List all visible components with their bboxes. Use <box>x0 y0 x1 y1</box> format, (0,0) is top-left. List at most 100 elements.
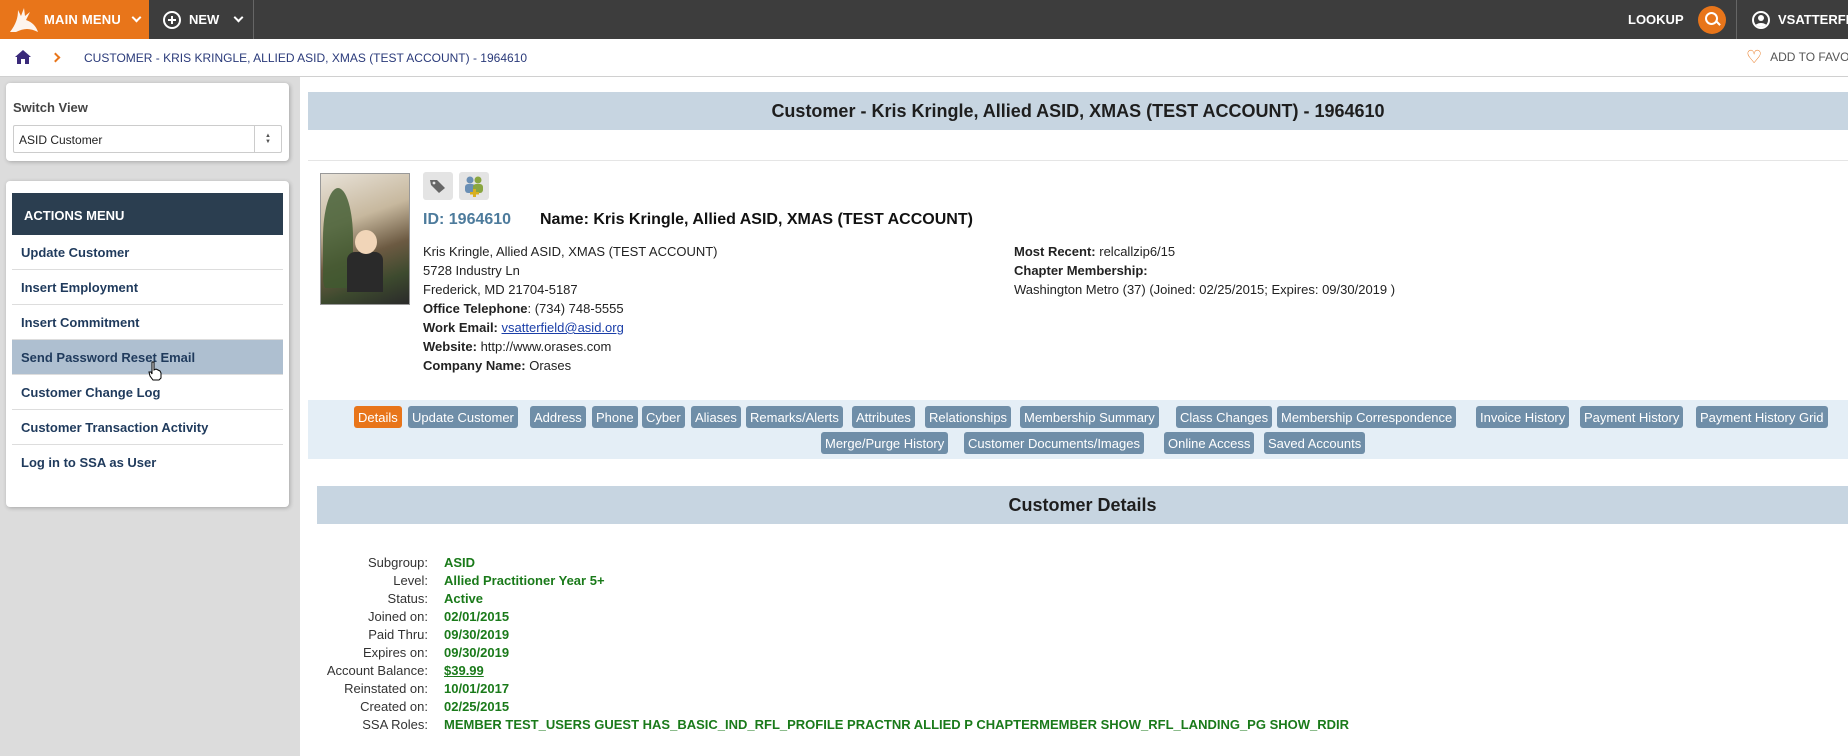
tab-customer-documents-images[interactable]: Customer Documents/Images <box>964 432 1144 454</box>
detail-value: 02/25/2015 <box>444 699 510 714</box>
tab-relationships[interactable]: Relationships <box>925 406 1012 428</box>
tab-details[interactable]: Details <box>354 406 402 428</box>
add-to-favorites-label: ADD TO FAVO <box>1770 50 1848 64</box>
work-email-link[interactable]: vsatterfield@asid.org <box>502 320 624 335</box>
tags-button[interactable] <box>423 172 453 200</box>
tab-merge-purge-history[interactable]: Merge/Purge History <box>821 432 949 454</box>
select-arrows-icon: ▲ ▼ <box>254 126 281 152</box>
detail-label: Joined on: <box>368 609 428 624</box>
action-log-in-ssa[interactable]: Log in to SSA as User <box>12 445 283 480</box>
chevron-right-icon <box>50 52 61 63</box>
tab-class-changes[interactable]: Class Changes <box>1176 406 1273 428</box>
tag-icon <box>430 180 445 193</box>
chapter-membership-label: Chapter Membership: <box>1014 263 1148 278</box>
action-customer-transaction-activity[interactable]: Customer Transaction Activity <box>12 410 283 445</box>
customer-id: ID: 1964610 <box>423 211 512 228</box>
detail-label: Expires on: <box>362 645 428 660</box>
search-icon[interactable] <box>1697 5 1726 34</box>
user-menu[interactable]: VSATTERFI <box>1752 0 1848 39</box>
detail-value: Allied Practitioner Year 5+ <box>444 573 605 588</box>
detail-value: 02/01/2015 <box>444 609 510 624</box>
tab-membership-summary[interactable]: Membership Summary <box>1020 406 1159 428</box>
tab-aliases[interactable]: Aliases <box>691 406 741 428</box>
tab-cyber[interactable]: Cyber <box>642 406 685 428</box>
page-title: Customer - Kris Kringle, Allied ASID, XM… <box>308 92 1848 130</box>
customer-name: Name: Kris Kringle, Allied ASID, XMAS (T… <box>540 211 973 228</box>
address-line-1: Kris Kringle, Allied ASID, XMAS (TEST AC… <box>423 244 718 259</box>
action-update-customer[interactable]: Update Customer <box>12 235 283 270</box>
heart-icon: ♡ <box>1746 47 1763 67</box>
plus-circle-icon <box>163 10 181 29</box>
detail-label: Subgroup: <box>368 555 428 570</box>
detail-label: Created on: <box>360 699 428 714</box>
main-menu-label: MAIN MENU <box>44 12 121 27</box>
action-insert-employment[interactable]: Insert Employment <box>12 270 283 305</box>
new-label: NEW <box>189 12 220 27</box>
customer-photo[interactable] <box>320 173 410 305</box>
tab-payment-history-grid[interactable]: Payment History Grid <box>1696 406 1828 428</box>
main-menu-button[interactable]: MAIN MENU <box>0 0 149 39</box>
detail-label: SSA Roles: <box>362 717 428 732</box>
detail-label: Status: <box>387 591 428 606</box>
tab-invoice-history[interactable]: Invoice History <box>1476 406 1570 428</box>
detail-label: Reinstated on: <box>344 681 428 696</box>
chapter-membership-label-text: Chapter Membership: <box>1014 263 1148 278</box>
detail-value: 09/30/2019 <box>444 645 510 660</box>
breadcrumb-current[interactable]: CUSTOMER - KRIS KRINGLE, ALLIED ASID, XM… <box>84 51 527 65</box>
detail-value: Active <box>444 591 484 606</box>
detail-value: 09/30/2019 <box>444 627 510 642</box>
company-name-label: Company Name: <box>423 358 526 373</box>
top-navigation-bar: MAIN MENU NEW LOOKUP VSATTERFI <box>0 0 1848 39</box>
detail-label: Level: <box>393 573 428 588</box>
tab-address[interactable]: Address <box>530 406 586 428</box>
hand-cursor-icon <box>148 361 162 381</box>
actions-menu-panel: ACTIONS MENU Update Customer Insert Empl… <box>6 181 289 507</box>
bird-logo-icon <box>10 7 38 32</box>
office-telephone-label: Office Telephone <box>423 301 528 316</box>
tab-payment-history[interactable]: Payment History <box>1580 406 1684 428</box>
home-icon[interactable] <box>15 50 31 64</box>
detail-label: Account Balance: <box>326 663 428 678</box>
chevron-down-icon <box>131 12 142 23</box>
company-name-value: Orases <box>529 358 572 373</box>
most-recent-value: relcallzip6/15 <box>1099 244 1176 259</box>
tab-membership-correspondence[interactable]: Membership Correspondence <box>1277 406 1457 428</box>
office-telephone-value: : (734) 748-5555 <box>527 301 624 316</box>
customer-tabs: Details Update Customer Address Phone Cy… <box>308 400 1848 459</box>
tab-attributes[interactable]: Attributes <box>852 406 915 428</box>
address-line-2: 5728 Industry Ln <box>423 263 520 278</box>
website-value: http://www.orases.com <box>480 339 612 354</box>
tab-phone[interactable]: Phone <box>592 406 638 428</box>
detail-value: 10/01/2017 <box>444 681 510 696</box>
account-balance-link[interactable]: $39.99 <box>444 663 484 678</box>
website-label: Website: <box>423 339 477 354</box>
add-to-favorites-button[interactable]: ♡ ADD TO FAVO <box>1746 47 1848 67</box>
user-icon <box>1752 10 1770 29</box>
tab-remarks-alerts[interactable]: Remarks/Alerts <box>746 406 843 428</box>
photo-body <box>347 252 383 292</box>
photo-face <box>355 230 377 254</box>
office-telephone: Office Telephone: (734) 748-5555 <box>423 301 624 316</box>
lookup-label: LOOKUP <box>1628 12 1684 27</box>
new-button[interactable]: NEW <box>163 0 244 39</box>
detail-value: MEMBER TEST_USERS GUEST HAS_BASIC_IND_RF… <box>444 717 1350 732</box>
action-insert-commitment[interactable]: Insert Commitment <box>12 305 283 340</box>
switch-view-panel: Switch View ASID Customer ▲ ▼ <box>6 83 289 161</box>
breadcrumb: CUSTOMER - KRIS KRINGLE, ALLIED ASID, XM… <box>0 39 1848 77</box>
work-email: Work Email: vsatterfield@asid.org <box>423 320 624 335</box>
work-email-label: Work Email: <box>423 320 498 335</box>
tab-update-customer[interactable]: Update Customer <box>408 406 518 428</box>
chevron-down-icon <box>233 12 244 23</box>
switch-view-select[interactable]: ASID Customer ▲ ▼ <box>13 125 282 153</box>
people-group-icon <box>465 176 483 197</box>
customer-details-title: Customer Details <box>317 486 1848 524</box>
actions-menu-title: ACTIONS MENU <box>12 193 283 235</box>
relationships-button[interactable] <box>459 172 489 200</box>
company-name: Company Name: Orases <box>423 358 571 373</box>
tab-online-access[interactable]: Online Access <box>1164 432 1255 454</box>
lookup-button[interactable]: LOOKUP <box>1628 0 1726 39</box>
switch-view-title: Switch View <box>13 100 88 115</box>
tab-saved-accounts[interactable]: Saved Accounts <box>1264 432 1366 454</box>
switch-view-selected: ASID Customer <box>19 133 103 147</box>
most-recent: Most Recent: relcallzip6/15 <box>1014 244 1175 259</box>
